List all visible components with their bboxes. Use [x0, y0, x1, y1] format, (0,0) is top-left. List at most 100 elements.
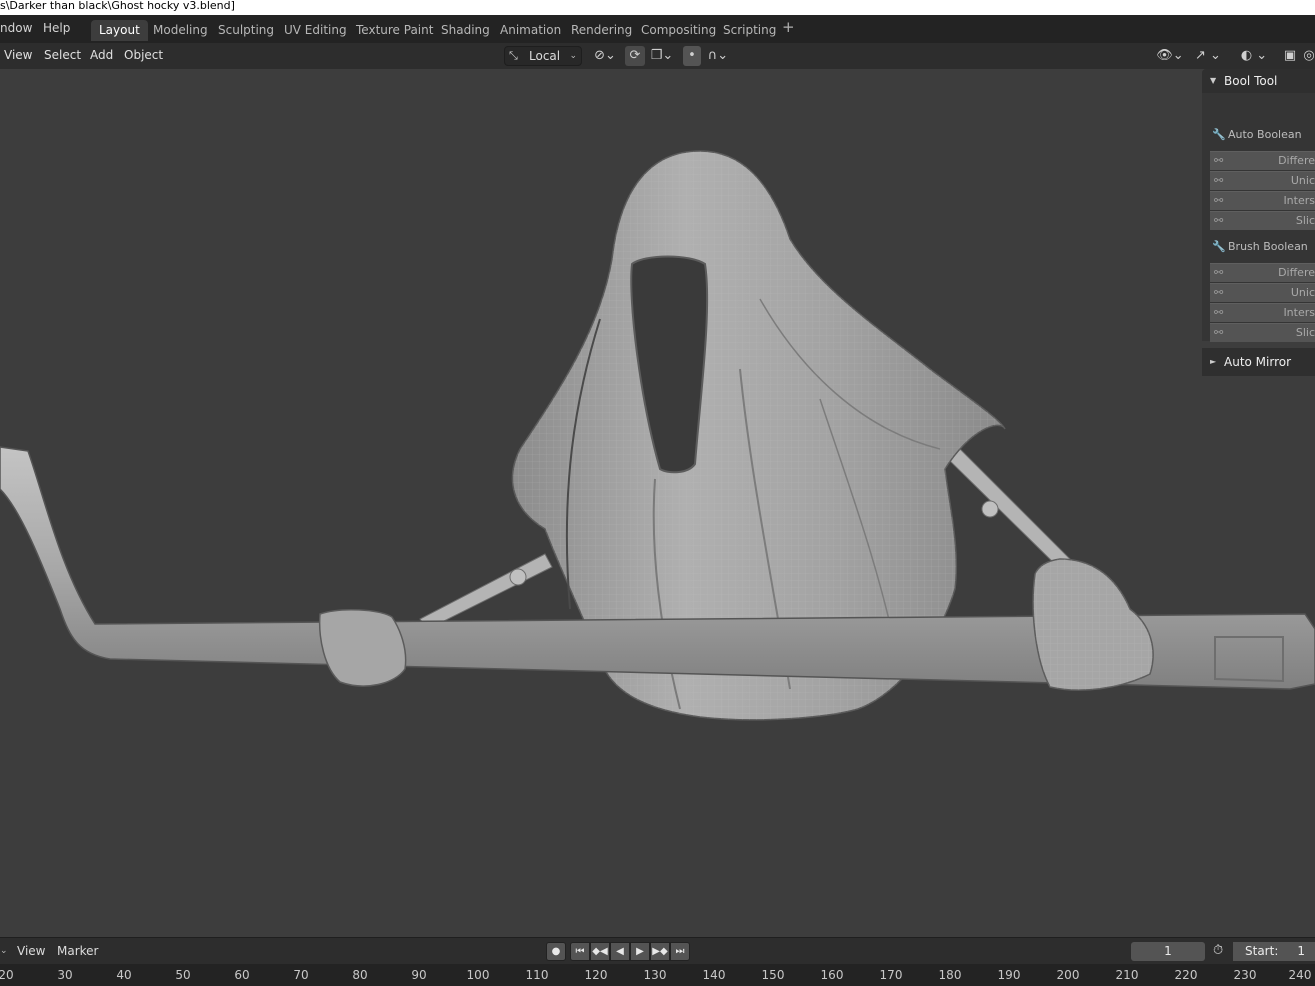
timeline-ruler[interactable]: 20 30 40 50 60 70 80 90 100 110 120 130 …: [0, 964, 1315, 986]
jump-start-icon: ⏮: [575, 946, 585, 957]
falloff-icon[interactable]: ∩⌄: [703, 46, 733, 66]
wrench-icon: 🔧: [1212, 240, 1226, 253]
frame-tick: 170: [879, 968, 903, 982]
jump-end-icon: ⏭: [675, 946, 685, 957]
brush-boolean-union-button[interactable]: ⚯ Unic: [1210, 283, 1315, 302]
frame-tick: 210: [1115, 968, 1139, 982]
chevron-down-icon: ⌄: [569, 51, 577, 61]
wrench-icon: 🔧: [1212, 128, 1226, 141]
start-frame-value: 1: [1297, 944, 1305, 958]
auto-boolean-intersect-button[interactable]: ⚯ Inters: [1210, 191, 1315, 210]
menu-view[interactable]: View: [4, 48, 32, 62]
frame-tick: 190: [997, 968, 1021, 982]
tab-texture-paint[interactable]: Texture Paint: [348, 20, 441, 41]
proportional-edit-icon[interactable]: •: [683, 46, 701, 66]
frame-tick: 100: [466, 968, 490, 982]
frame-tick: 80: [352, 968, 368, 982]
tab-rendering[interactable]: Rendering: [563, 20, 640, 41]
overlay-icon[interactable]: ◐ ⌄: [1236, 46, 1272, 66]
bool-tool-header[interactable]: ▼ Bool Tool: [1202, 69, 1315, 93]
timeline-menu-view[interactable]: View: [17, 944, 45, 958]
jump-start-button[interactable]: ⏮: [570, 942, 590, 961]
shading-mode-icon[interactable]: ◎: [1302, 46, 1315, 66]
menu-object[interactable]: Object: [124, 48, 163, 62]
tab-shading[interactable]: Shading: [433, 20, 498, 41]
transform-orientation-icon: ⤡: [509, 49, 518, 62]
expand-triangle-icon: ▼: [1210, 76, 1217, 85]
brush-boolean-intersect-button[interactable]: ⚯ Inters: [1210, 303, 1315, 322]
window-title: s\Darker than black\Ghost hocky v3.blend…: [0, 0, 235, 12]
transform-orientation-dropdown[interactable]: ⤡ Local ⌄: [504, 46, 582, 66]
viewport-scene: [0, 150, 1315, 721]
play-reverse-icon: ◀: [616, 946, 624, 957]
tab-animation[interactable]: Animation: [492, 20, 569, 41]
stopwatch-icon[interactable]: ⏱: [1213, 943, 1223, 958]
link-icon: ⚯: [1214, 154, 1224, 167]
auto-boolean-difference-button[interactable]: ⚯ Differe: [1210, 151, 1315, 170]
frame-tick: 140: [702, 968, 726, 982]
next-keyframe-button[interactable]: ▶◆: [650, 942, 670, 961]
brush-boolean-difference-button[interactable]: ⚯ Differe: [1210, 263, 1315, 282]
menu-help[interactable]: Help: [43, 21, 70, 35]
jump-end-button[interactable]: ⏭: [670, 942, 690, 961]
frame-tick: 110: [525, 968, 549, 982]
play-button[interactable]: ▶: [630, 942, 650, 961]
snap-target-icon[interactable]: ❒⌄: [647, 46, 677, 66]
xray-icon[interactable]: ▣: [1280, 46, 1300, 66]
frame-tick: 220: [1174, 968, 1198, 982]
timeline-header: ⌄ View Marker ● ⏮ ◆◀ ◀ ▶ ▶◆ ⏭ 1 ⏱ Start:…: [0, 937, 1315, 964]
current-frame-field[interactable]: 1: [1131, 942, 1205, 961]
menu-add[interactable]: Add: [90, 48, 113, 62]
menu-select[interactable]: Select: [44, 48, 81, 62]
top-bar: ndow Help Layout Modeling Sculpting UV E…: [0, 15, 1315, 43]
tab-sculpting[interactable]: Sculpting: [210, 20, 282, 41]
frame-tick: 150: [761, 968, 785, 982]
frame-tick: 120: [584, 968, 608, 982]
brush-boolean-label: 🔧 Brush Boolean: [1212, 240, 1308, 253]
tab-compositing[interactable]: Compositing: [633, 20, 724, 41]
play-reverse-button[interactable]: ◀: [610, 942, 630, 961]
link-icon: ⚯: [1214, 174, 1224, 187]
timeline-menu-marker[interactable]: Marker: [57, 944, 98, 958]
frame-tick: 50: [175, 968, 191, 982]
snap-icon[interactable]: ⟳: [625, 46, 645, 66]
tab-layout[interactable]: Layout: [91, 20, 148, 41]
tab-modeling[interactable]: Modeling: [145, 20, 216, 41]
gizmo-icon[interactable]: ↗ ⌄: [1190, 46, 1226, 66]
auto-boolean-slice-button[interactable]: ⚯ Slic: [1210, 211, 1315, 230]
tab-uv-editing[interactable]: UV Editing: [276, 20, 355, 41]
start-frame-field[interactable]: Start: 1: [1233, 942, 1315, 961]
prev-keyframe-icon: ◆◀: [592, 946, 608, 957]
menu-window[interactable]: ndow: [0, 21, 32, 35]
auto-mirror-title: Auto Mirror: [1224, 355, 1292, 369]
bool-tool-body: 🔧 Auto Boolean ⚯ Differe ⚯ Unic ⚯ Inters …: [1202, 93, 1315, 342]
window-title-bar: s\Darker than black\Ghost hocky v3.blend…: [0, 0, 1315, 15]
frame-tick: 90: [411, 968, 427, 982]
play-icon: ▶: [636, 946, 644, 957]
tab-scripting[interactable]: Scripting: [715, 20, 784, 41]
record-button[interactable]: ●: [546, 942, 566, 961]
auto-boolean-union-button[interactable]: ⚯ Unic: [1210, 171, 1315, 190]
add-workspace-button[interactable]: +: [782, 18, 795, 36]
pivot-link-icon[interactable]: ⊘⌄: [590, 46, 620, 66]
frame-tick: 30: [57, 968, 73, 982]
transform-orientation-value: Local: [529, 49, 561, 63]
link-icon: ⚯: [1214, 214, 1224, 227]
frame-tick: 130: [643, 968, 667, 982]
auto-mirror-header[interactable]: ► Auto Mirror: [1202, 348, 1315, 376]
frame-tick: 200: [1056, 968, 1080, 982]
editor-type-chevron-icon[interactable]: ⌄: [0, 946, 8, 956]
link-icon: ⚯: [1214, 306, 1224, 319]
link-icon: ⚯: [1214, 194, 1224, 207]
link-icon: ⚯: [1214, 326, 1224, 339]
prev-keyframe-button[interactable]: ◆◀: [590, 942, 610, 961]
frame-tick: 180: [938, 968, 962, 982]
frame-tick: 40: [116, 968, 132, 982]
visibility-icon[interactable]: 👁⌄: [1155, 46, 1185, 66]
3d-viewport[interactable]: [0, 69, 1315, 934]
link-icon: ⚯: [1214, 266, 1224, 279]
frame-tick: 60: [234, 968, 250, 982]
brush-boolean-slice-button[interactable]: ⚯ Slic: [1210, 323, 1315, 342]
record-icon: ●: [551, 946, 561, 957]
frame-tick: 240: [1288, 968, 1312, 982]
